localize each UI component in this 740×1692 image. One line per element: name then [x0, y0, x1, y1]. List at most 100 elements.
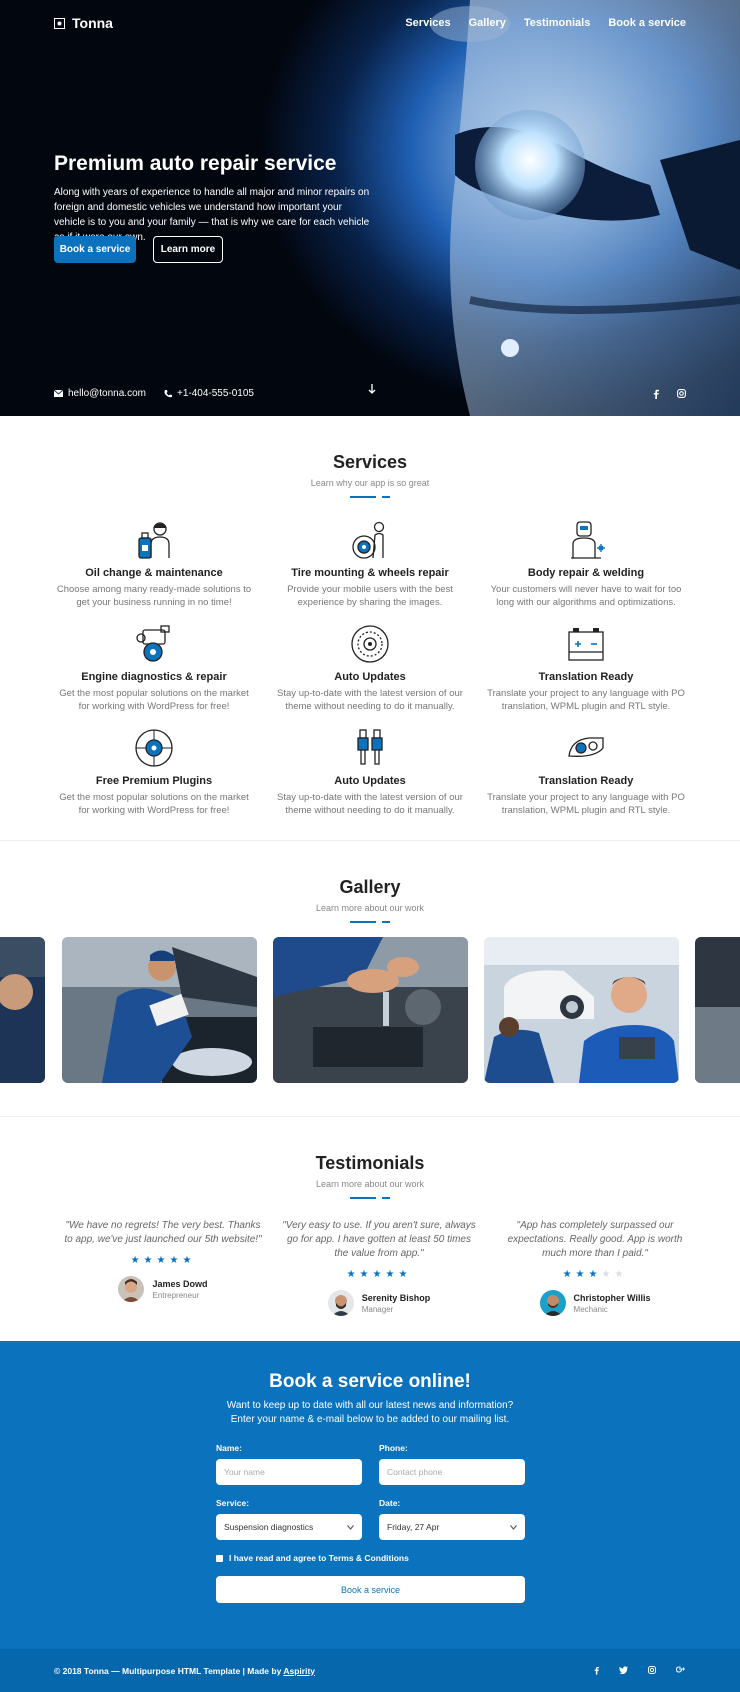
- instagram-icon[interactable]: [648, 1666, 656, 1674]
- author-role: Mechanic: [573, 1304, 608, 1314]
- testimonial-card: "App has completely surpassed our expect…: [487, 1219, 703, 1316]
- service-text: Your customers will never have to wait f…: [490, 584, 682, 608]
- google-plus-icon[interactable]: [676, 1666, 686, 1673]
- avatar: [327, 1290, 354, 1316]
- testimonials-list: "We have no regrets! The very best. Than…: [55, 1219, 740, 1316]
- testimonial-quote: "Very easy to use. If you aren't sure, a…: [282, 1220, 476, 1259]
- rating-stars: ★★★★★: [562, 1269, 628, 1280]
- brand-logo[interactable]: Tonna: [54, 15, 113, 31]
- hero-contact-bar: hello@tonna.com +1-404-555-0105: [54, 384, 686, 399]
- author-role: Entrepreneur: [152, 1290, 200, 1300]
- wheel-icon: [135, 729, 173, 767]
- service-item: Auto Updates Stay up-to-date with the la…: [262, 726, 478, 830]
- copyright-text: © 2018 Tonna — Multipurpose HTML Templat…: [54, 1665, 316, 1676]
- service-title: Tire mounting & wheels repair: [291, 567, 449, 579]
- gallery-subtitle: Learn more about our work: [315, 903, 425, 913]
- footer-social-links: [594, 1666, 686, 1675]
- tire-icon: [352, 521, 385, 559]
- date-select-value: Friday, 27 Apr: [387, 1522, 440, 1532]
- hero-social-links: [653, 388, 686, 399]
- chevron-down-icon: [510, 1524, 517, 1530]
- testimonial-author: Christopher Willis Mechanic: [487, 1290, 703, 1316]
- service-item: Tire mounting & wheels repair Provide yo…: [262, 518, 478, 622]
- gallery-image[interactable]: [484, 937, 679, 1083]
- service-text: Get the most popular solutions on the ma…: [59, 688, 249, 712]
- facebook-icon[interactable]: [653, 389, 659, 399]
- service-text: Choose among many ready-made solutions t…: [56, 584, 252, 608]
- service-select-value: Suspension diagnostics: [224, 1522, 314, 1532]
- testimonial-author: Serenity Bishop Manager: [271, 1290, 487, 1316]
- service-title: Engine diagnostics & repair: [81, 671, 227, 683]
- email-text: hello@tonna.com: [68, 388, 146, 399]
- learn-more-button[interactable]: Learn more: [153, 236, 223, 263]
- name-field[interactable]: Your name: [216, 1459, 362, 1485]
- date-select[interactable]: Friday, 27 Apr: [379, 1514, 525, 1540]
- service-item: Translation Ready Translate your project…: [478, 622, 694, 726]
- nav-services[interactable]: Services: [405, 17, 450, 29]
- phone-link[interactable]: +1-404-555-0105: [164, 388, 254, 399]
- rating-stars: ★★★★★: [346, 1269, 412, 1280]
- gallery-image[interactable]: [62, 937, 257, 1083]
- gallery-section: Gallery Learn more about our work: [0, 841, 740, 1116]
- brand-name: Tonna: [72, 15, 113, 31]
- testimonial-quote: "We have no regrets! The very best. Than…: [64, 1220, 262, 1245]
- engine-icon: [136, 625, 170, 662]
- mechanic-icon: [138, 522, 170, 559]
- service-title: Auto Updates: [334, 671, 406, 683]
- hero-title: Premium auto repair service: [54, 152, 337, 175]
- nav-testimonials[interactable]: Testimonials: [524, 17, 590, 29]
- terms-label: I have read and agree to Terms & Conditi…: [229, 1553, 409, 1563]
- twitter-icon[interactable]: [619, 1666, 628, 1674]
- service-title: Translation Ready: [538, 775, 634, 787]
- service-title: Oil change & maintenance: [85, 567, 223, 579]
- submit-booking-button[interactable]: Book a service: [216, 1576, 525, 1603]
- avatar: [539, 1290, 566, 1316]
- nav-gallery[interactable]: Gallery: [469, 17, 506, 29]
- spark-plug-icon: [357, 729, 383, 765]
- service-title: Translation Ready: [538, 671, 634, 683]
- email-link[interactable]: hello@tonna.com: [54, 388, 146, 399]
- checkbox-box[interactable]: [216, 1554, 223, 1562]
- service-select[interactable]: Suspension diagnostics: [216, 1514, 362, 1540]
- brake-disc-icon: [351, 625, 389, 663]
- service-title: Body repair & welding: [527, 567, 645, 579]
- service-title: Free Premium Plugins: [95, 775, 213, 787]
- testimonial-card: "Very easy to use. If you aren't sure, a…: [271, 1219, 487, 1316]
- booking-subtitle: Want to keep up to date with all our lat…: [226, 1400, 514, 1425]
- service-item: Free Premium Plugins Get the most popula…: [46, 726, 262, 830]
- logo-icon: [54, 17, 65, 29]
- testimonials-title: Testimonials: [315, 1153, 425, 1173]
- terms-checkbox[interactable]: I have read and agree to Terms & Conditi…: [216, 1553, 525, 1563]
- booking-title: Book a service online!: [269, 1371, 471, 1392]
- nav-book-a-service[interactable]: Book a service: [608, 17, 686, 29]
- service-item: Translation Ready Translate your project…: [478, 726, 694, 830]
- headlight-icon: [568, 737, 604, 757]
- service-item: Engine diagnostics & repair Get the most…: [46, 622, 262, 726]
- title-underline: [0, 1197, 740, 1199]
- chevron-down-icon: [347, 1524, 354, 1530]
- gallery-image[interactable]: [0, 937, 45, 1083]
- scroll-down-arrow-icon[interactable]: [368, 384, 376, 394]
- phone-field[interactable]: Contact phone: [379, 1459, 525, 1485]
- hero-buttons: Book a service Learn more: [54, 236, 223, 263]
- testimonials-section: Testimonials Learn more about our work "…: [0, 1117, 740, 1341]
- phone-text: +1-404-555-0105: [176, 388, 254, 399]
- hero-section: Tonna Services Gallery Testimonials Book…: [0, 0, 740, 416]
- service-item: Auto Updates Stay up-to-date with the la…: [262, 622, 478, 726]
- book-service-button[interactable]: Book a service: [54, 236, 136, 263]
- services-title: Services: [332, 452, 408, 472]
- nav-links: Services Gallery Testimonials Book a ser…: [405, 17, 686, 29]
- gallery-image[interactable]: [695, 937, 740, 1083]
- service-text: Provide your mobile users with the best …: [287, 584, 453, 608]
- service-text: Stay up-to-date with the latest version …: [277, 688, 463, 712]
- author-role: Manager: [361, 1304, 394, 1314]
- instagram-icon[interactable]: [677, 388, 686, 398]
- author-name: Serenity Bishop: [361, 1292, 431, 1303]
- booking-section: Book a service online! Want to keep up t…: [0, 1341, 740, 1649]
- service-item: Oil change & maintenance Choose among ma…: [46, 518, 262, 622]
- aspirity-link[interactable]: Aspirity: [283, 1666, 315, 1676]
- facebook-icon[interactable]: [594, 1666, 599, 1675]
- gallery-image[interactable]: [273, 937, 468, 1083]
- phone-icon: [164, 389, 172, 397]
- gallery-carousel[interactable]: [0, 937, 740, 1083]
